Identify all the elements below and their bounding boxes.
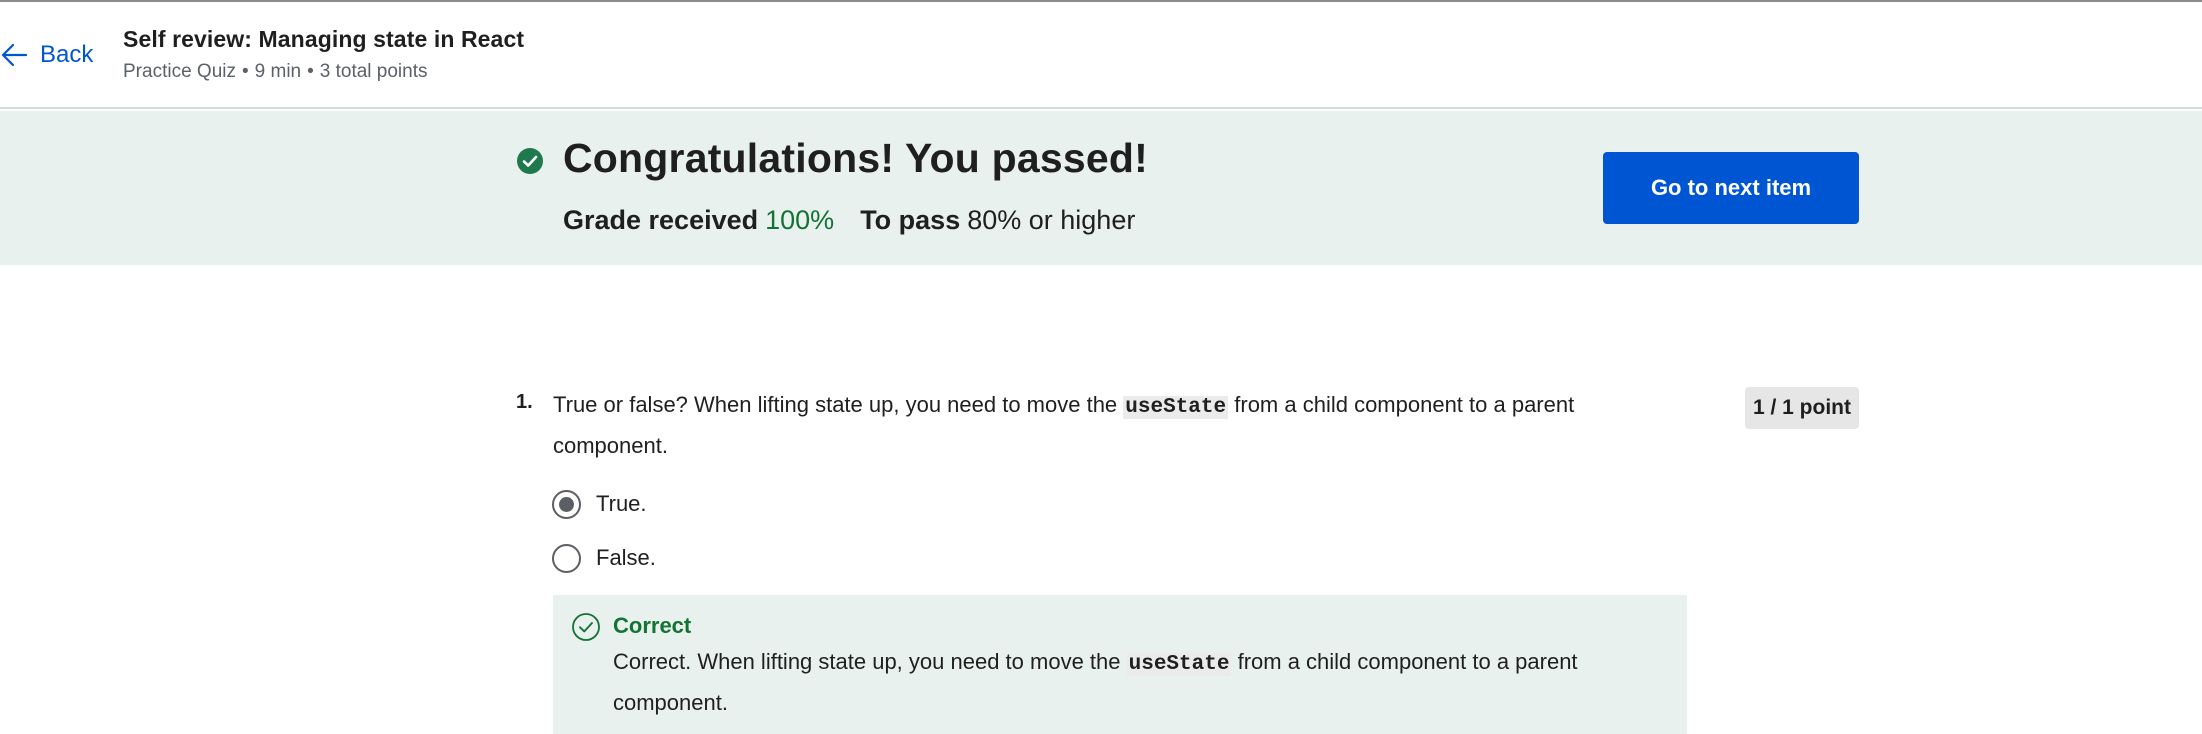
next-item-button[interactable]: Go to next item xyxy=(1603,152,1859,224)
radio-button[interactable] xyxy=(552,543,581,573)
question-score-badge: 1 / 1 point xyxy=(1745,387,1859,429)
check-circle-outline-icon xyxy=(572,613,600,641)
option-label: False. xyxy=(596,545,656,570)
grade-label: Grade received xyxy=(563,205,759,235)
feedback-code: useState xyxy=(1126,653,1232,676)
meta-separator: • xyxy=(241,61,249,82)
grade-value: 100% xyxy=(765,205,835,235)
item-meta: Practice Quiz • 9 min • 3 total points xyxy=(123,61,524,83)
feedback-text: Correct. When lifting state up, you need… xyxy=(613,643,1653,722)
back-link[interactable]: Back xyxy=(0,38,93,72)
question-text: True or false? When lifting state up, yo… xyxy=(553,386,1613,465)
item-title-block: Self review: Managing state in React Pra… xyxy=(123,26,524,83)
arrow-left-icon xyxy=(1,43,28,67)
pass-label: To pass xyxy=(860,205,961,235)
item-duration: 9 min xyxy=(254,61,302,82)
grade-summary: Grade received 100% To pass 80% or highe… xyxy=(563,205,1135,236)
radio-button-selected[interactable] xyxy=(552,489,581,519)
question-number: 1. xyxy=(516,391,533,413)
item-type: Practice Quiz xyxy=(123,61,236,82)
option-false[interactable]: False. xyxy=(552,543,656,573)
back-label: Back xyxy=(40,41,94,68)
check-circle-filled-icon xyxy=(517,148,543,174)
feedback-title: Correct xyxy=(613,613,692,638)
option-label: True. xyxy=(596,491,647,516)
pass-requirement: 80% or higher xyxy=(967,205,1136,235)
item-title: Self review: Managing state in React xyxy=(123,26,525,52)
item-points: 3 total points xyxy=(319,61,428,82)
question-code: useState xyxy=(1123,396,1229,419)
meta-separator: • xyxy=(307,61,314,82)
option-true[interactable]: True. xyxy=(552,489,647,519)
item-header: Back Self review: Managing state in Reac… xyxy=(0,2,2202,109)
answer-feedback: Correct Correct. When lifting state up, … xyxy=(553,595,1687,734)
pass-banner: Congratulations! You passed! Grade recei… xyxy=(0,111,2202,265)
question-text-start: True or false? When lifting state up, yo… xyxy=(553,392,1118,417)
feedback-text-start: Correct. When lifting state up, you need… xyxy=(613,649,1121,674)
pass-heading: Congratulations! You passed! xyxy=(563,135,1148,181)
